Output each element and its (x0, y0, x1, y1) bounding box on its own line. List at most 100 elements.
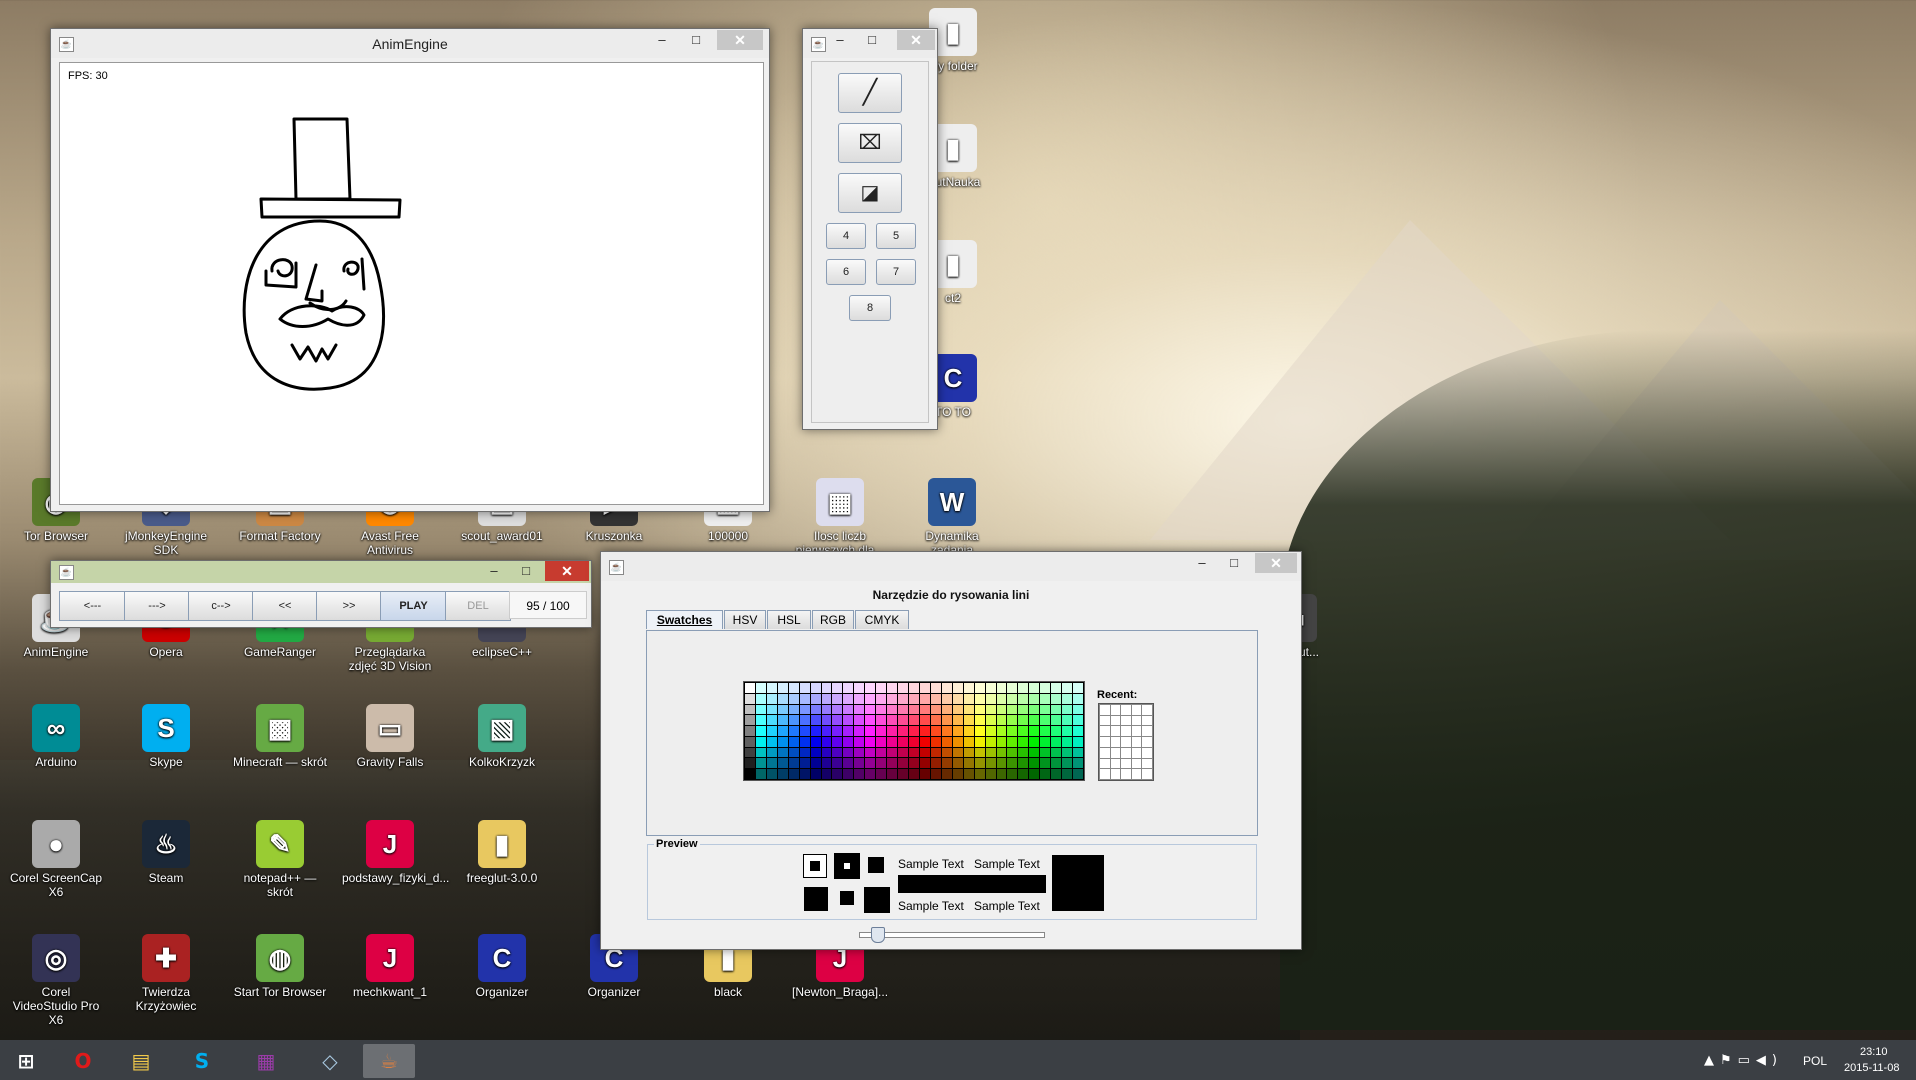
swatch-cell[interactable] (1029, 715, 1040, 726)
swatch-cell[interactable] (1073, 747, 1083, 758)
swatch-cell[interactable] (788, 726, 799, 736)
desktop-icon[interactable]: C Organizer (454, 934, 550, 999)
recent-swatch-cell[interactable] (1131, 769, 1142, 779)
swatch-cell[interactable] (865, 736, 876, 747)
swatch-cell[interactable] (1040, 683, 1051, 693)
recent-swatch-cell[interactable] (1142, 715, 1152, 726)
swatch-cell[interactable] (974, 704, 985, 715)
swatch-cell[interactable] (745, 704, 755, 715)
swatch-cell[interactable] (985, 747, 996, 758)
swatch-cell[interactable] (1040, 693, 1051, 704)
close-button[interactable]: ✕ (897, 30, 935, 50)
swatch-cell[interactable] (788, 736, 799, 747)
desktop-icon[interactable]: ▭ Gravity Falls (342, 704, 438, 769)
swatch-cell[interactable] (930, 769, 941, 779)
swatch-cell[interactable] (952, 693, 963, 704)
swatch-cell[interactable] (832, 769, 843, 779)
recent-swatch-cell[interactable] (1142, 769, 1152, 779)
recent-swatch-cell[interactable] (1121, 705, 1131, 715)
swatch-cell[interactable] (963, 769, 974, 779)
swatch-cell[interactable] (985, 704, 996, 715)
swatch-cell[interactable] (1018, 747, 1029, 758)
swatch-cell[interactable] (788, 758, 799, 769)
recent-swatch-cell[interactable] (1131, 747, 1142, 758)
swatch-cell[interactable] (821, 693, 832, 704)
swatch-cell[interactable] (1029, 726, 1040, 736)
swatch-cell[interactable] (810, 726, 821, 736)
swatch-cell[interactable] (865, 726, 876, 736)
swatch-cell[interactable] (930, 683, 941, 693)
swatch-cell[interactable] (952, 736, 963, 747)
swatch-cell[interactable] (887, 747, 898, 758)
swatch-cell[interactable] (843, 683, 854, 693)
swatch-cell[interactable] (1040, 758, 1051, 769)
swatch-cell[interactable] (799, 726, 810, 736)
recent-swatch-cell[interactable] (1121, 747, 1131, 758)
desktop-icon[interactable]: Jpodstawy_fizyki_d... (342, 820, 449, 885)
swatch-cell[interactable] (1051, 726, 1062, 736)
swatch-cell[interactable] (777, 693, 788, 704)
recent-swatch-cell[interactable] (1110, 747, 1121, 758)
swatch-cell[interactable] (843, 726, 854, 736)
swatch-cell[interactable] (974, 769, 985, 779)
number-button-4[interactable]: 4 (826, 223, 866, 249)
swatch-cell[interactable] (755, 726, 766, 736)
recent-swatch-cell[interactable] (1110, 715, 1121, 726)
swatch-cell[interactable] (745, 726, 755, 736)
swatch-cell[interactable] (941, 758, 952, 769)
swatch-cell[interactable] (996, 769, 1007, 779)
swatch-cell[interactable] (777, 769, 788, 779)
swatch-cell[interactable] (887, 693, 898, 704)
title-bar[interactable]: ☕ AnimEngine ‒ □ ✕ (51, 29, 769, 58)
recent-swatch-cell[interactable] (1142, 737, 1152, 747)
swatch-cell[interactable] (821, 769, 832, 779)
maximize-button[interactable]: □ (1217, 553, 1251, 573)
taskbar-file-explorer[interactable]: ▤ (115, 1044, 167, 1078)
swatch-cell[interactable] (941, 693, 952, 704)
swatch-cell[interactable] (1040, 715, 1051, 726)
swatch-cell[interactable] (854, 683, 865, 693)
taskbar-winrar[interactable]: ▦ (240, 1044, 292, 1078)
swatch-cell[interactable] (1073, 726, 1083, 736)
swatch-cell[interactable] (745, 683, 755, 693)
opacity-slider-track[interactable] (859, 932, 1045, 938)
swatch-cell[interactable] (1051, 683, 1062, 693)
swatch-cell[interactable] (745, 769, 755, 779)
swatch-cell[interactable] (1007, 736, 1018, 747)
control-button-2[interactable]: c--> (188, 591, 254, 621)
swatch-cell[interactable] (985, 736, 996, 747)
recent-swatch-cell[interactable] (1110, 705, 1121, 715)
desktop-icon[interactable]: Jmechkwant_1 (342, 934, 438, 999)
swatch-cell[interactable] (974, 726, 985, 736)
recent-swatch-cell[interactable] (1142, 747, 1152, 758)
swatch-cell[interactable] (930, 758, 941, 769)
swatch-cell[interactable] (996, 715, 1007, 726)
swatch-cell[interactable] (1073, 769, 1083, 779)
swatch-cell[interactable] (930, 715, 941, 726)
swatch-cell[interactable] (909, 769, 919, 779)
swatch-cell[interactable] (985, 758, 996, 769)
swatch-cell[interactable] (1018, 769, 1029, 779)
swatch-cell[interactable] (919, 704, 930, 715)
swatch-cell[interactable] (810, 683, 821, 693)
close-button[interactable]: ✕ (545, 561, 589, 581)
swatch-cell[interactable] (1062, 693, 1073, 704)
swatch-cell[interactable] (876, 726, 887, 736)
swatch-cell[interactable] (1018, 704, 1029, 715)
swatch-cell[interactable] (941, 736, 952, 747)
swatch-cell[interactable] (755, 758, 766, 769)
swatch-cell[interactable] (810, 715, 821, 726)
swatch-cell[interactable] (1007, 693, 1018, 704)
swatch-cell[interactable] (1018, 736, 1029, 747)
desktop-icon[interactable]: ✚ Twierdza Krzyżowiec (118, 934, 214, 1013)
swatch-cell[interactable] (919, 693, 930, 704)
swatch-cell[interactable] (821, 715, 832, 726)
swatch-cell[interactable] (843, 769, 854, 779)
number-button-5[interactable]: 5 (876, 223, 916, 249)
swatch-cell[interactable] (898, 704, 909, 715)
swatch-cell[interactable] (996, 683, 1007, 693)
swatch-cell[interactable] (898, 693, 909, 704)
desktop-icon[interactable]: ♨ Steam (118, 820, 214, 885)
swatch-cell[interactable] (799, 736, 810, 747)
desktop-icon[interactable]: S Skype (118, 704, 214, 769)
